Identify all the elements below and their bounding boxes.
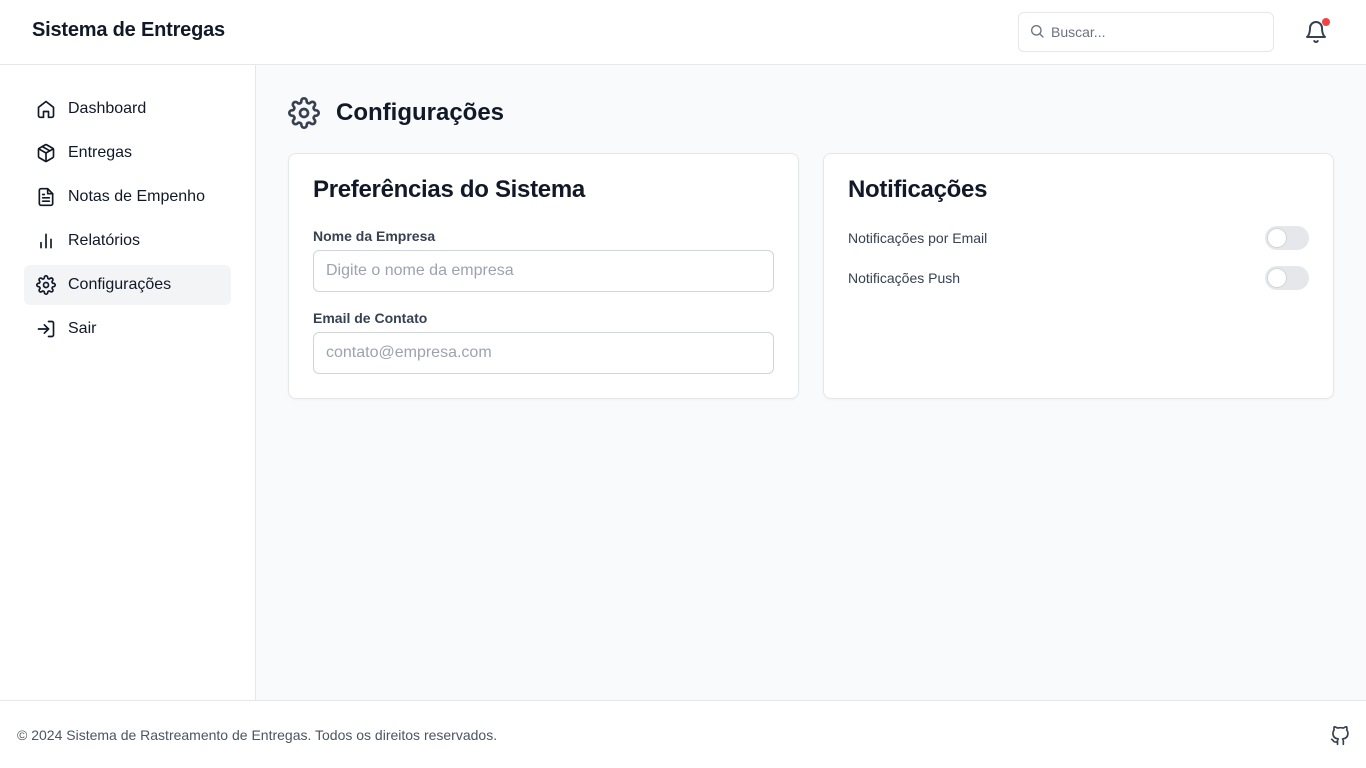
company-name-input[interactable] — [313, 250, 774, 292]
sidebar-item-entregas[interactable]: Entregas — [24, 133, 231, 173]
search-icon — [1031, 25, 1044, 38]
card-title: Preferências do Sistema — [313, 176, 585, 203]
gear-icon — [36, 275, 56, 295]
notifications-card: Notificações Notificações por Email Noti… — [823, 153, 1334, 399]
push-notifications-toggle[interactable] — [1265, 266, 1309, 290]
push-notifications-label: Notificações Push — [848, 270, 961, 286]
toggle-knob — [1267, 228, 1287, 248]
github-icon[interactable] — [1330, 726, 1350, 746]
copyright-text: © 2024 Sistema de Rastreamento de Entreg… — [17, 727, 498, 743]
preferences-card: Preferências do Sistema Nome da Empresa … — [288, 153, 799, 399]
contact-email-label: Email de Contato — [313, 310, 428, 326]
sidebar-item-relatorios[interactable]: Relatórios — [24, 221, 231, 261]
sidebar-item-notas-de-empenho[interactable]: Notas de Empenho — [24, 177, 231, 217]
sidebar-item-configuracoes[interactable]: Configurações — [24, 265, 231, 305]
sidebar-item-label: Entregas — [68, 144, 133, 161]
contact-email-input[interactable] — [313, 332, 774, 374]
sidebar-item-label: Relatórios — [68, 232, 141, 249]
page-header: Configurações — [288, 97, 504, 129]
sidebar-item-label: Notas de Empenho — [68, 188, 205, 205]
package-icon — [37, 143, 55, 163]
app-title: Sistema de Entregas — [32, 19, 225, 41]
file-text-icon — [38, 187, 54, 207]
gear-icon — [288, 97, 320, 129]
card-title: Notificações — [848, 176, 988, 203]
sidebar-item-sair[interactable]: Sair — [24, 309, 231, 349]
notification-badge — [1322, 18, 1330, 26]
search-box[interactable] — [1018, 12, 1274, 52]
company-name-label: Nome da Empresa — [313, 228, 436, 244]
main-content: Configurações Preferências do Sistema No… — [256, 65, 1366, 700]
page-title: Configurações — [336, 99, 505, 126]
toggle-knob — [1267, 268, 1287, 288]
home-icon — [37, 100, 55, 119]
sidebar-item-label: Dashboard — [68, 100, 147, 117]
email-notifications-toggle[interactable] — [1265, 226, 1309, 250]
log-in-icon — [37, 320, 55, 338]
email-notifications-label: Notificações por Email — [848, 230, 988, 246]
bar-chart-icon — [40, 233, 52, 249]
sidebar-item-label: Sair — [68, 320, 97, 337]
sidebar: Dashboard Entregas Notas de Empenho Rela… — [0, 65, 256, 700]
top-header: Sistema de Entregas — [0, 0, 1366, 65]
footer: © 2024 Sistema de Rastreamento de Entreg… — [0, 700, 1366, 768]
sidebar-item-dashboard[interactable]: Dashboard — [24, 89, 231, 129]
sidebar-item-label: Configurações — [68, 276, 172, 293]
search-input[interactable] — [1051, 13, 1269, 51]
